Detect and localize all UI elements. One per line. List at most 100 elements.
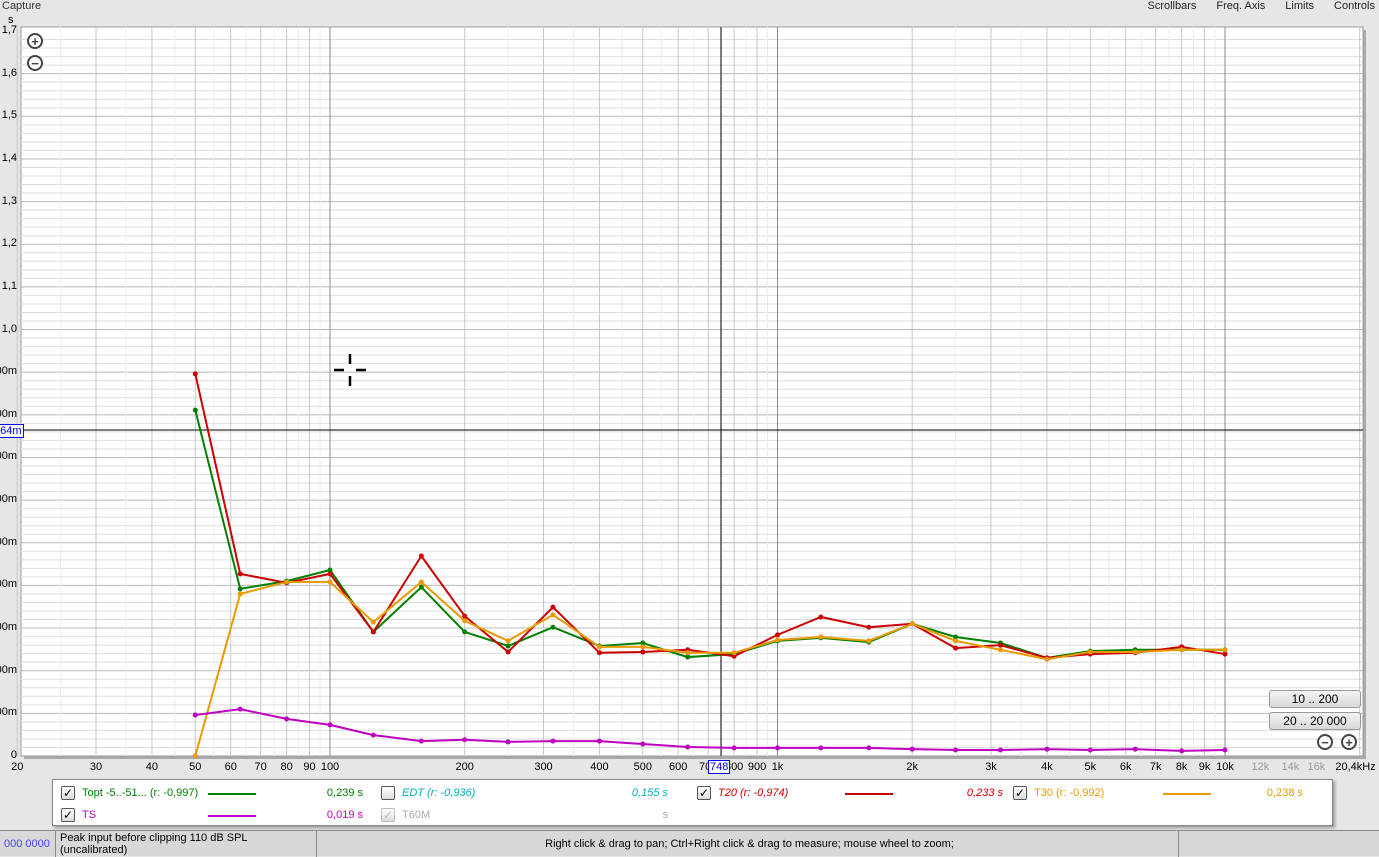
status-bar: 000 0000 Peak input before clipping 110 … xyxy=(0,830,1379,857)
data-point-ts xyxy=(866,745,872,751)
legend-checkbox[interactable]: ✓ xyxy=(61,808,75,822)
legend-value: 0,233 s xyxy=(966,787,1003,799)
legend-checkbox[interactable]: ✓ xyxy=(61,786,75,800)
x-tick-label: 100 xyxy=(320,761,340,773)
legend-panel: ✓ Topt -5..-51... (r: -0,997) 0,239 s EDT (… xyxy=(52,779,1333,826)
data-point-ts xyxy=(327,722,333,728)
data-point-t20 xyxy=(1222,651,1228,657)
data-point-topt xyxy=(237,586,243,592)
y-tick-label: 1,6 xyxy=(1,66,17,79)
status-counter: 000 0000 xyxy=(0,831,56,857)
legend-checkbox[interactable]: ✓ xyxy=(381,808,395,822)
y-tick-label: 500m xyxy=(0,535,17,548)
data-point-ts xyxy=(596,738,602,744)
y-tick-label: 1,0 xyxy=(1,322,17,335)
data-point-t30 xyxy=(909,621,915,627)
y-tick-label: 800m xyxy=(0,407,17,420)
x-tick-label: 20 xyxy=(11,761,24,773)
data-point-ts xyxy=(1087,747,1093,753)
y-tick-label: 1,3 xyxy=(1,194,17,207)
data-point-t30 xyxy=(953,638,959,644)
x-tick-label: 10k xyxy=(1216,761,1234,773)
legend-label: T60M xyxy=(402,809,431,821)
legend-item-t30[interactable]: ✓ T30 (r: -0,992) xyxy=(1013,786,1104,800)
zoom-out-icon[interactable]: − xyxy=(27,55,43,71)
x-tick-label: 400 xyxy=(590,761,609,773)
x-tick-label: 30 xyxy=(89,761,103,773)
x-zoom-in-icon[interactable]: + xyxy=(1341,734,1357,750)
data-point-t20 xyxy=(775,632,780,638)
data-point-t30 xyxy=(596,644,602,650)
x-tick-label: 70 xyxy=(254,761,267,773)
y-tick-label: 1,2 xyxy=(1,237,17,250)
rt60-graph[interactable] xyxy=(0,0,1379,780)
legend-value: 0,238 s xyxy=(1266,787,1303,799)
x-tick-label: 5k xyxy=(1084,761,1097,773)
legend-item-ts[interactable]: ✓ TS xyxy=(61,808,96,822)
y-tick-label: 100m xyxy=(0,706,17,719)
data-point-t30 xyxy=(1222,647,1228,653)
status-hint: Right click & drag to pan; Ctrl+Right cl… xyxy=(317,831,1179,857)
data-point-t30 xyxy=(327,579,333,585)
x-zoom-out-icon[interactable]: − xyxy=(1317,734,1333,750)
legend-value: s xyxy=(662,809,669,821)
data-point-t30 xyxy=(866,638,872,644)
data-point-t30 xyxy=(818,634,824,640)
x-tick-label: 60 xyxy=(224,761,237,773)
legend-item-t20[interactable]: ✓ T20 (r: -0,974) xyxy=(697,786,788,800)
x-tick-label: 16k xyxy=(1307,761,1326,773)
data-point-t20 xyxy=(237,571,243,577)
data-point-ts xyxy=(1222,747,1228,753)
data-point-t20 xyxy=(370,629,376,635)
data-point-t30 xyxy=(685,650,691,656)
legend-item-t60m[interactable]: ✓ T60M xyxy=(381,808,430,822)
data-point-ts xyxy=(284,716,290,722)
data-point-ts xyxy=(775,745,780,751)
legend-checkbox[interactable] xyxy=(381,786,395,800)
legend-label: Topt -5..-51... (r: -0,997) xyxy=(82,787,199,799)
y-tick-label: 1,7 xyxy=(1,24,17,36)
legend-label: EDT (r: -0,936) xyxy=(402,787,476,799)
x-tick-label: 300 xyxy=(534,761,553,773)
data-point-t30 xyxy=(1132,649,1138,655)
zoom-in-icon[interactable]: + xyxy=(27,33,43,49)
legend-label: T30 (r: -0,992) xyxy=(1034,787,1105,799)
range-20-20000-button[interactable]: 20 .. 20 000 xyxy=(1269,712,1361,730)
data-point-t20 xyxy=(640,649,646,655)
data-point-ts xyxy=(370,732,376,738)
data-point-ts xyxy=(818,745,824,751)
cursor-value-readout: 764m xyxy=(0,424,24,438)
y-tick-label: 400m xyxy=(0,578,17,591)
x-tick-label: 14k xyxy=(1281,761,1300,773)
data-point-t30 xyxy=(505,638,511,644)
data-point-t20 xyxy=(505,649,511,655)
data-point-t20 xyxy=(327,571,333,577)
data-point-t30 xyxy=(550,612,556,618)
y-tick-label: 200m xyxy=(0,663,17,676)
legend-checkbox[interactable]: ✓ xyxy=(1013,786,1027,800)
legend-item-edt[interactable]: EDT (r: -0,936) xyxy=(381,786,475,800)
data-point-topt xyxy=(462,629,468,635)
x-tick-label: 4k xyxy=(1041,761,1053,773)
data-point-t30 xyxy=(997,647,1003,653)
legend-swatch xyxy=(208,815,256,817)
x-tick-label: 7k xyxy=(1149,761,1162,773)
data-point-t20 xyxy=(596,650,602,656)
cursor-frequency-readout: 748 xyxy=(708,760,731,774)
data-point-ts xyxy=(953,747,959,753)
legend-label: TS xyxy=(82,809,97,821)
x-tick-label: 8k xyxy=(1175,761,1188,773)
data-point-t30 xyxy=(731,650,737,656)
y-tick-label: 1,1 xyxy=(1,279,17,292)
x-tick-label: 80 xyxy=(280,761,293,773)
x-tick-label: 20,4kHz xyxy=(1335,761,1376,773)
data-point-topt xyxy=(418,584,424,590)
data-point-ts xyxy=(418,738,424,744)
legend-value: 0,019 s xyxy=(326,809,363,821)
x-tick-label: 900 xyxy=(747,761,767,773)
x-tick-label: 1k xyxy=(771,761,784,773)
range-10-200-button[interactable]: 10 .. 200 xyxy=(1269,690,1361,708)
x-tick-label: 2k xyxy=(906,761,919,773)
legend-item-topt[interactable]: ✓ Topt -5..-51... (r: -0,997) xyxy=(61,786,198,800)
legend-checkbox[interactable]: ✓ xyxy=(697,786,711,800)
